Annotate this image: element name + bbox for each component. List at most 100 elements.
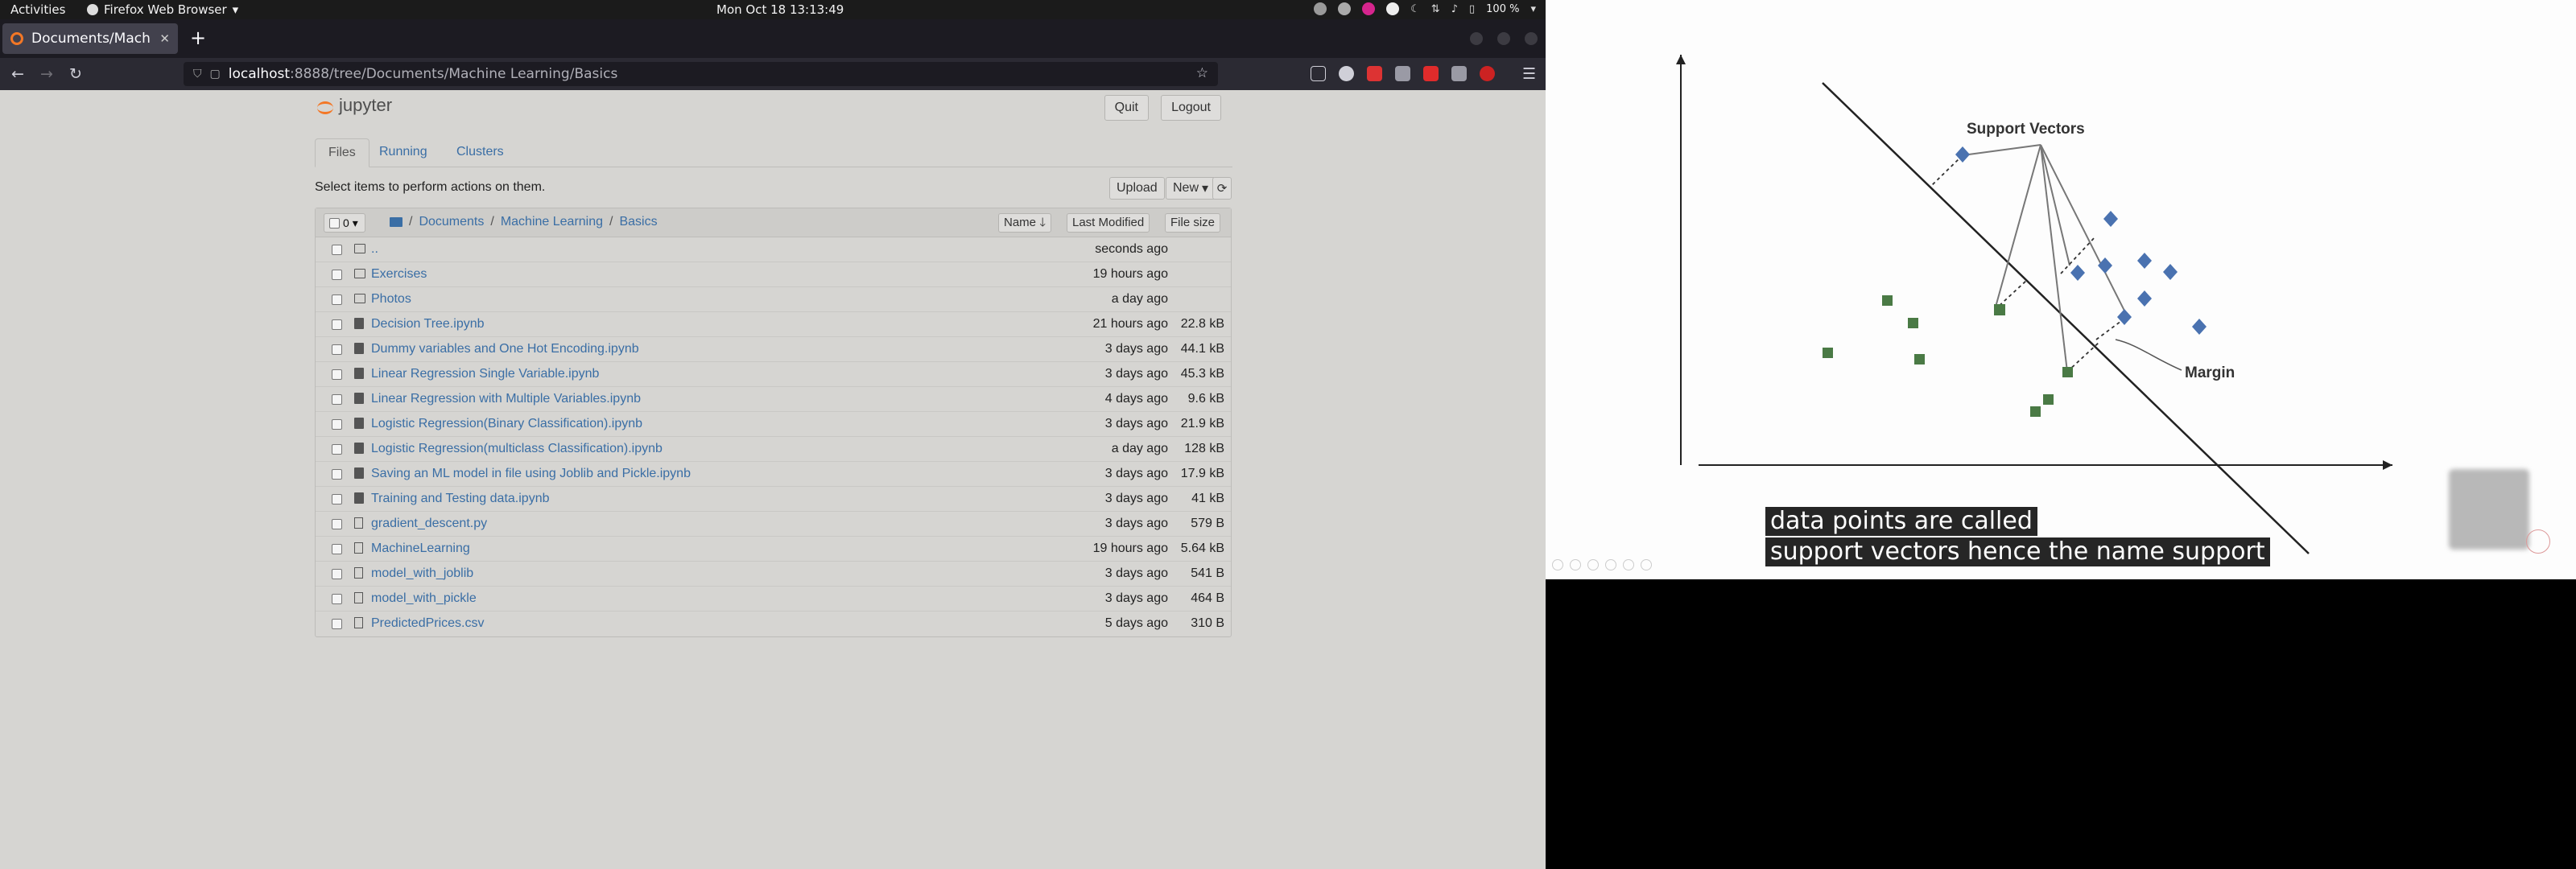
- upload-button[interactable]: Upload: [1109, 177, 1165, 200]
- system-tray[interactable]: ☾ ⇅ ♪ ▯ 100 % ▾: [1314, 2, 1536, 15]
- file-row[interactable]: Logistic Regression(Binary Classificatio…: [316, 412, 1231, 437]
- account-icon[interactable]: [1339, 66, 1354, 81]
- quit-button[interactable]: Quit: [1104, 95, 1149, 121]
- chevron-down-icon[interactable]: ▾: [1530, 3, 1536, 15]
- file-name-link[interactable]: PredictedPrices.csv: [371, 616, 485, 631]
- extension-icon-1[interactable]: [1367, 66, 1382, 81]
- sort-by-modified-button[interactable]: Last Modified: [1067, 213, 1150, 233]
- url-bar[interactable]: ⛉ ▢ localhost:8888/tree/Documents/Machin…: [184, 62, 1218, 86]
- file-name-link[interactable]: Linear Regression Single Variable.ipynb: [371, 367, 599, 381]
- app-indicator-icon[interactable]: [1362, 2, 1376, 15]
- file-name-link[interactable]: Dummy variables and One Hot Encoding.ipy…: [371, 342, 639, 356]
- select-all-checkbox[interactable]: [329, 217, 340, 229]
- file-name-link[interactable]: Logistic Regression(Binary Classificatio…: [371, 417, 642, 431]
- slide-control-icon[interactable]: [1552, 559, 1563, 570]
- chevron-down-icon[interactable]: ▾: [353, 216, 358, 230]
- file-row[interactable]: Linear Regression with Multiple Variable…: [316, 387, 1231, 412]
- page-info-icon[interactable]: ▢: [210, 68, 221, 80]
- file-name-link[interactable]: Logistic Regression(multiclass Classific…: [371, 442, 663, 456]
- close-icon[interactable]: ✕: [159, 31, 170, 46]
- row-checkbox[interactable]: [332, 419, 342, 430]
- row-checkbox[interactable]: [332, 569, 342, 579]
- row-checkbox[interactable]: [332, 394, 342, 405]
- battery-icon[interactable]: ▯: [1469, 3, 1475, 15]
- row-checkbox[interactable]: [332, 369, 342, 380]
- sort-by-name-button[interactable]: Name 🡓: [998, 213, 1051, 233]
- pocket-icon[interactable]: [1311, 66, 1326, 81]
- slide-control-icon[interactable]: [1570, 559, 1581, 570]
- bookmark-star-icon[interactable]: ☆: [1196, 65, 1208, 81]
- file-name-link[interactable]: Decision Tree.ipynb: [371, 317, 485, 332]
- extension-icon-2[interactable]: [1395, 66, 1410, 81]
- file-name-link[interactable]: Photos: [371, 292, 411, 307]
- row-checkbox[interactable]: [332, 619, 342, 629]
- slide-control-icon[interactable]: [1587, 559, 1599, 570]
- row-checkbox[interactable]: [332, 444, 342, 455]
- row-checkbox[interactable]: [332, 594, 342, 604]
- browser-tab[interactable]: Documents/Machine ✕: [2, 23, 178, 54]
- tab-running[interactable]: Running: [366, 138, 440, 167]
- row-checkbox[interactable]: [332, 294, 342, 305]
- new-dropdown-button[interactable]: New ▾: [1166, 177, 1216, 200]
- sort-by-size-button[interactable]: File size: [1165, 213, 1221, 233]
- slide-control-icon[interactable]: [1623, 559, 1634, 570]
- tab-clusters[interactable]: Clusters: [444, 138, 517, 167]
- row-checkbox[interactable]: [332, 245, 342, 255]
- row-checkbox[interactable]: [332, 270, 342, 280]
- volume-icon[interactable]: ♪: [1451, 3, 1458, 15]
- file-name-link[interactable]: Saving an ML model in file using Joblib …: [371, 467, 691, 481]
- file-row[interactable]: Decision Tree.ipynb 21 hours ago 22.8 kB: [316, 312, 1231, 337]
- breadcrumb-documents[interactable]: Documents: [419, 215, 484, 229]
- file-row[interactable]: .. seconds ago: [316, 237, 1231, 262]
- file-name-link[interactable]: Linear Regression with Multiple Variable…: [371, 392, 641, 406]
- slide-control-icon[interactable]: [1605, 559, 1616, 570]
- activities-button[interactable]: Activities: [10, 2, 65, 17]
- forward-button[interactable]: →: [40, 64, 53, 84]
- row-checkbox[interactable]: [332, 544, 342, 554]
- row-checkbox[interactable]: [332, 519, 342, 529]
- extension-icon-3[interactable]: [1423, 66, 1439, 81]
- select-all-dropdown[interactable]: 0 ▾: [324, 213, 365, 233]
- tab-files[interactable]: Files: [315, 138, 369, 167]
- jupyter-logo[interactable]: jupyter: [316, 95, 392, 116]
- file-name-link[interactable]: gradient_descent.py: [371, 517, 487, 531]
- shield-icon[interactable]: ⛉: [193, 68, 202, 80]
- file-name-link[interactable]: MachineLearning: [371, 542, 470, 556]
- logout-button[interactable]: Logout: [1161, 95, 1221, 121]
- file-name-link[interactable]: Training and Testing data.ipynb: [371, 492, 549, 506]
- discord-icon[interactable]: [1338, 2, 1352, 15]
- folder-icon[interactable]: [390, 217, 402, 227]
- row-checkbox[interactable]: [332, 319, 342, 330]
- file-row[interactable]: PredictedPrices.csv 5 days ago 310 B: [316, 612, 1231, 636]
- row-checkbox[interactable]: [332, 469, 342, 480]
- back-button[interactable]: ←: [11, 64, 24, 84]
- breadcrumb-basics[interactable]: Basics: [619, 215, 657, 229]
- battery-percent[interactable]: 100 %: [1486, 3, 1519, 15]
- file-row[interactable]: model_with_joblib 3 days ago 541 B: [316, 562, 1231, 587]
- maximize-button[interactable]: [1497, 32, 1510, 45]
- file-name-link[interactable]: model_with_joblib: [371, 566, 473, 581]
- slide-control-icon[interactable]: [1641, 559, 1652, 570]
- row-checkbox[interactable]: [332, 344, 342, 355]
- night-light-icon[interactable]: ☾: [1410, 3, 1420, 15]
- clock[interactable]: Mon Oct 18 13:13:49: [716, 2, 844, 17]
- file-row[interactable]: Exercises 19 hours ago: [316, 262, 1231, 287]
- file-name-link[interactable]: ..: [371, 242, 378, 257]
- file-row[interactable]: Linear Regression Single Variable.ipynb 3…: [316, 362, 1231, 387]
- file-row[interactable]: Saving an ML model in file using Joblib …: [316, 462, 1231, 487]
- refresh-icon[interactable]: ⟳: [1212, 177, 1232, 200]
- screenshot-icon[interactable]: [1451, 66, 1467, 81]
- app-menu[interactable]: Firefox Web Browser ▾: [87, 2, 238, 17]
- file-row[interactable]: MachineLearning 19 hours ago 5.64 kB: [316, 537, 1231, 562]
- file-row[interactable]: gradient_descent.py 3 days ago 579 B: [316, 512, 1231, 537]
- file-row[interactable]: Photos a day ago: [316, 287, 1231, 312]
- file-row[interactable]: Logistic Regression(multiclass Classific…: [316, 437, 1231, 462]
- network-icon[interactable]: ⇅: [1431, 3, 1440, 15]
- accessibility-icon[interactable]: [1386, 2, 1400, 15]
- file-name-link[interactable]: Exercises: [371, 267, 427, 282]
- file-name-link[interactable]: model_with_pickle: [371, 591, 477, 606]
- extension-icon-4[interactable]: [1480, 66, 1495, 81]
- file-row[interactable]: model_with_pickle 3 days ago 464 B: [316, 587, 1231, 612]
- video-player[interactable]: Support Vectors Margin data points are c…: [1546, 0, 2576, 869]
- reload-button[interactable]: ↻: [69, 64, 82, 84]
